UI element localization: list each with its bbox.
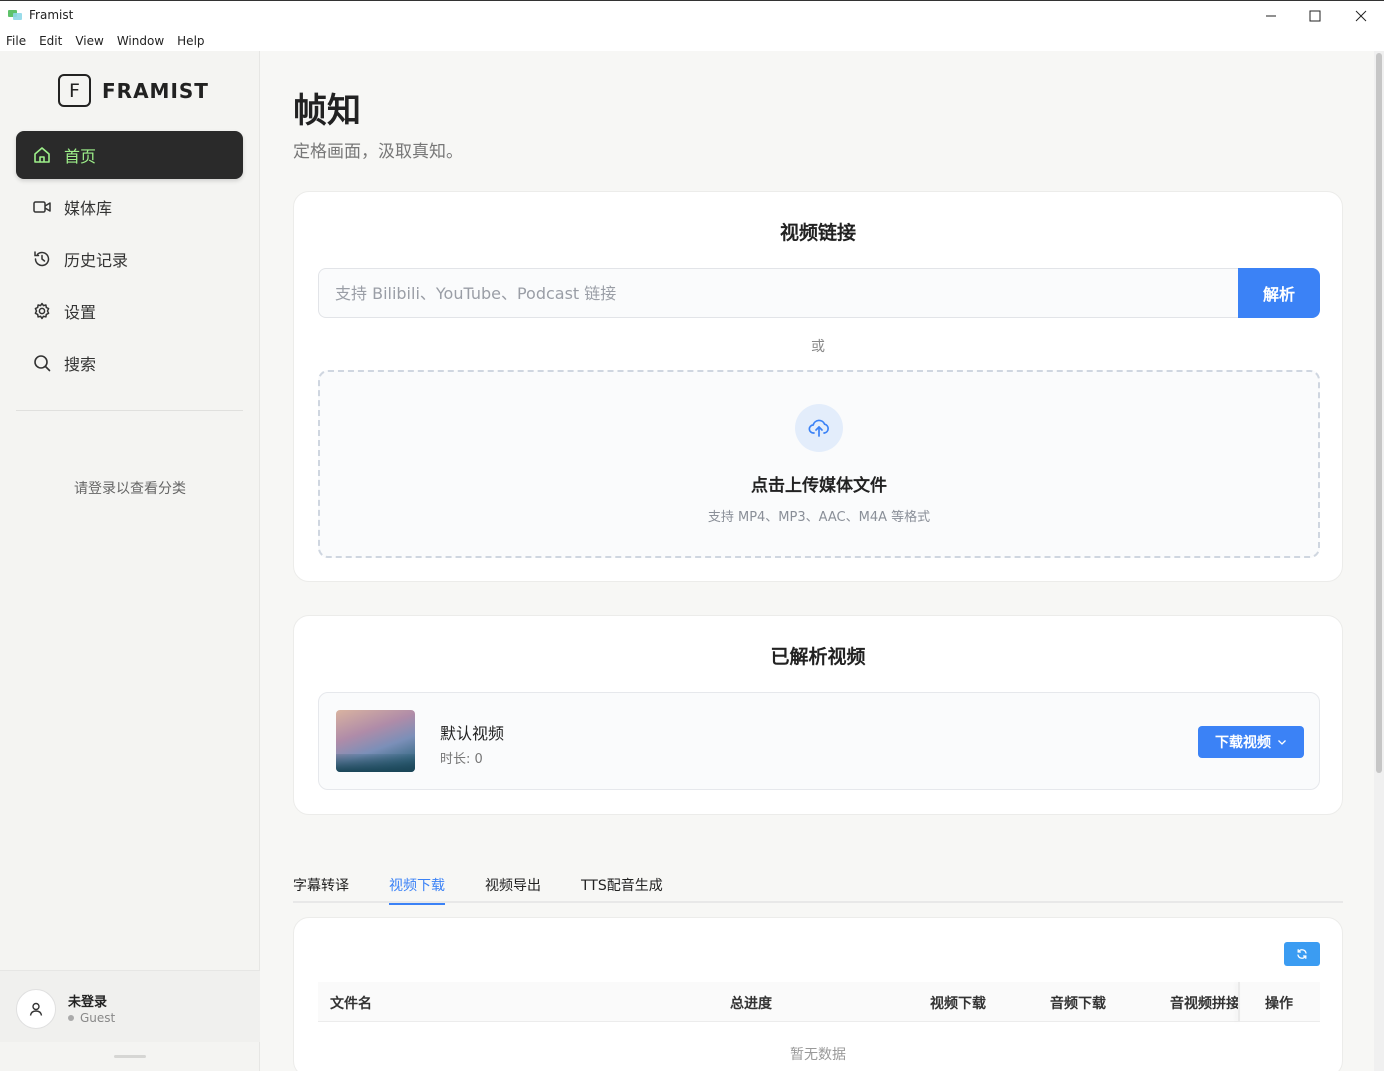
close-button[interactable] bbox=[1346, 5, 1376, 27]
column-av-merge: 音视频拼接 bbox=[1170, 996, 1240, 1012]
sidebar: F FRAMIST 首页 媒体库 历史记录 设置 搜索 请登录以查看分类 未登录… bbox=[0, 51, 260, 1071]
gear-icon bbox=[32, 301, 52, 321]
page-subtitle: 定格画面，汲取真知。 bbox=[293, 142, 463, 162]
refresh-button[interactable] bbox=[1284, 942, 1320, 966]
sidebar-item-label: 首页 bbox=[64, 147, 97, 166]
menu-bar: File Edit View Window Help bbox=[0, 30, 1384, 51]
download-video-button[interactable]: 下载视频 bbox=[1198, 726, 1304, 758]
sidebar-item-label: 设置 bbox=[64, 303, 97, 322]
video-list-item[interactable]: 默认视频 时长: 0 下载视频 bbox=[318, 692, 1320, 790]
refresh-icon bbox=[1297, 949, 1307, 959]
cloud-upload-icon bbox=[808, 419, 829, 437]
menu-edit[interactable]: Edit bbox=[39, 34, 62, 48]
logo: F FRAMIST bbox=[58, 74, 209, 107]
user-status: Guest bbox=[68, 1011, 115, 1025]
menu-view[interactable]: View bbox=[75, 34, 103, 48]
scrollbar-thumb[interactable] bbox=[1376, 53, 1382, 773]
parsed-videos-title: 已解析视频 bbox=[770, 646, 866, 668]
history-icon bbox=[32, 249, 52, 269]
tab-tts-dubbing[interactable]: TTS配音生成 bbox=[581, 875, 663, 903]
sidebar-item-media-library[interactable]: 媒体库 bbox=[16, 183, 243, 231]
window-title: Framist bbox=[29, 8, 74, 22]
tab-video-export[interactable]: 视频导出 bbox=[485, 875, 541, 903]
column-video-download: 视频下载 bbox=[930, 996, 986, 1012]
menu-window[interactable]: Window bbox=[117, 34, 164, 48]
video-name: 默认视频 bbox=[440, 724, 505, 743]
sidebar-item-label: 搜索 bbox=[64, 355, 97, 374]
minimize-icon bbox=[1266, 15, 1276, 17]
column-filename: 文件名 bbox=[330, 996, 372, 1012]
table-empty-text: 暂无数据 bbox=[790, 1047, 846, 1063]
video-thumbnail bbox=[336, 710, 415, 772]
parse-button[interactable]: 解析 bbox=[1238, 268, 1320, 318]
task-tabs: 字幕转译 视频下载 视频导出 TTS配音生成 bbox=[293, 871, 1343, 905]
chevron-down-icon bbox=[1278, 740, 1286, 745]
search-icon bbox=[32, 353, 52, 373]
app-icon bbox=[8, 10, 22, 20]
sidebar-resize-handle[interactable] bbox=[114, 1055, 146, 1058]
upload-formats: 支持 MP4、MP3、AAC、M4A 等格式 bbox=[707, 510, 931, 525]
column-actions: 操作 bbox=[1265, 996, 1293, 1012]
main-content: 帧知 定格画面，汲取真知。 视频链接 解析 或 点击上传媒体文件 支持 MP4、… bbox=[260, 51, 1384, 1071]
logo-text: FRAMIST bbox=[102, 78, 209, 103]
parsed-videos-card: 已解析视频 默认视频 时长: 0 下载视频 bbox=[293, 615, 1343, 815]
tab-video-download[interactable]: 视频下载 bbox=[389, 875, 445, 905]
video-link-title: 视频链接 bbox=[779, 222, 856, 244]
column-audio-download: 音频下载 bbox=[1050, 996, 1106, 1012]
or-divider-text: 或 bbox=[811, 339, 825, 355]
menu-help[interactable]: Help bbox=[177, 34, 204, 48]
sidebar-item-search[interactable]: 搜索 bbox=[16, 339, 243, 387]
sidebar-item-home[interactable]: 首页 bbox=[16, 131, 243, 179]
minimize-button[interactable] bbox=[1256, 5, 1286, 27]
home-icon bbox=[32, 145, 52, 165]
sidebar-divider bbox=[16, 410, 243, 411]
sidebar-item-label: 历史记录 bbox=[64, 251, 129, 270]
user-icon bbox=[29, 1002, 43, 1016]
logo-mark: F bbox=[58, 74, 91, 107]
upload-icon-circle bbox=[795, 404, 843, 452]
upload-dropzone[interactable]: 点击上传媒体文件 支持 MP4、MP3、AAC、M4A 等格式 bbox=[318, 370, 1320, 558]
video-url-input[interactable] bbox=[318, 268, 1238, 318]
sidebar-item-label: 媒体库 bbox=[64, 199, 113, 218]
menu-file[interactable]: File bbox=[6, 34, 26, 48]
login-hint: 请登录以查看分类 bbox=[74, 481, 186, 497]
video-duration: 时长: 0 bbox=[440, 752, 483, 767]
user-status-text: Guest bbox=[80, 1011, 116, 1025]
main-scrollbar[interactable] bbox=[1374, 51, 1384, 1071]
download-table-card: 文件名 总进度 视频下载 音频下载 音视频拼接 操作 暂无数据 bbox=[293, 917, 1343, 1071]
table-header: 文件名 总进度 视频下载 音频下载 音视频拼接 操作 bbox=[318, 982, 1320, 1022]
page-title: 帧知 bbox=[293, 91, 361, 131]
download-video-label: 下载视频 bbox=[1215, 735, 1271, 751]
maximize-icon bbox=[1309, 10, 1321, 22]
maximize-button[interactable] bbox=[1300, 5, 1330, 27]
video-camera-icon bbox=[32, 197, 52, 217]
column-total-progress: 总进度 bbox=[730, 996, 772, 1012]
status-dot bbox=[68, 1015, 74, 1021]
user-panel[interactable]: 未登录 Guest bbox=[0, 970, 260, 1042]
upload-title: 点击上传媒体文件 bbox=[751, 476, 887, 496]
sidebar-item-history[interactable]: 历史记录 bbox=[16, 235, 243, 283]
avatar[interactable] bbox=[16, 989, 56, 1029]
video-link-card: 视频链接 解析 或 点击上传媒体文件 支持 MP4、MP3、AAC、M4A 等格… bbox=[293, 191, 1343, 582]
fixed-column-separator bbox=[1238, 982, 1240, 1022]
sidebar-nav: 首页 媒体库 历史记录 设置 搜索 bbox=[16, 131, 243, 391]
close-icon bbox=[1355, 10, 1367, 22]
tab-subtitle-transcribe[interactable]: 字幕转译 bbox=[293, 875, 349, 903]
user-name: 未登录 bbox=[68, 995, 108, 1010]
sidebar-item-settings[interactable]: 设置 bbox=[16, 287, 243, 335]
title-bar: Framist bbox=[0, 0, 1384, 30]
url-row: 解析 bbox=[318, 268, 1320, 318]
